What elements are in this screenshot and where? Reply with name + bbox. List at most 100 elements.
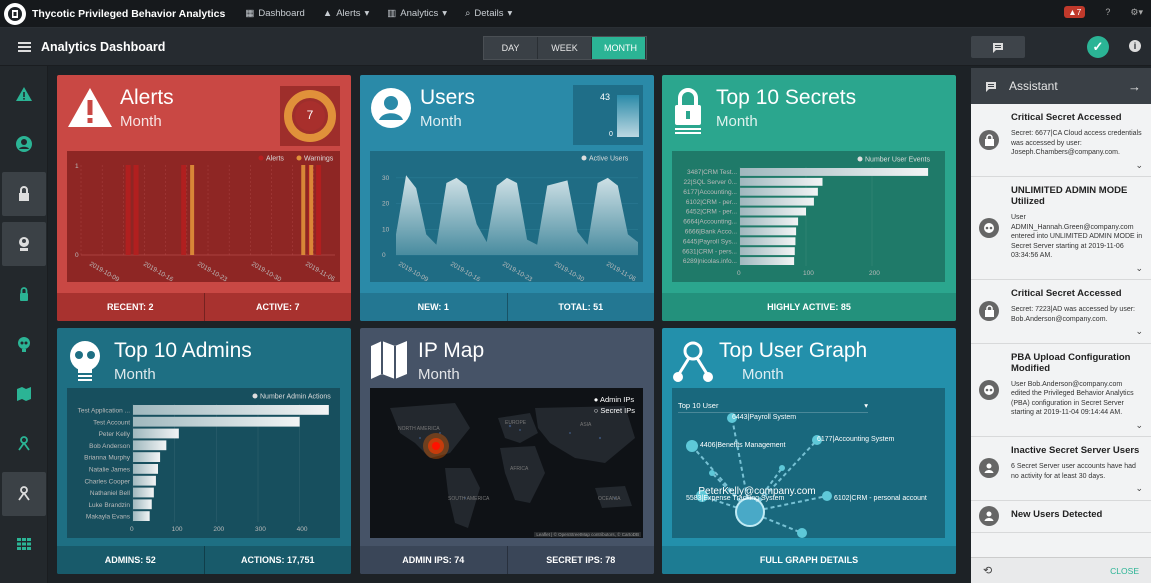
sidebar-alerts-icon[interactable] [2,72,46,116]
sidebar-users-icon[interactable] [2,122,46,166]
info-icon[interactable]: i [1129,40,1141,52]
alert-count-badge[interactable]: ▲7 [1064,6,1086,18]
sidebar-lock-user-icon[interactable] [2,272,46,316]
region-label: NORTH AMERICA [398,426,440,432]
x-tick-label: 300 [255,526,266,533]
bar [740,247,795,256]
user-graph[interactable]: Top 10 User ▾ PeterKelly@company.com 644… [672,388,945,538]
nav-alerts[interactable]: ▲ Alerts ▾ [323,8,369,19]
ipmap-card[interactable]: IP Map Month NORTH AMERICA SOUTH AMERICA… [360,328,654,574]
assistant-toggle-button[interactable] [971,36,1025,58]
bar [740,187,818,196]
actions-count[interactable]: ACTIONS: 17,751 [203,546,352,574]
assistant-item[interactable]: New Users Detected [971,501,1151,533]
x-tick-label: 2019-10-30 [553,261,586,282]
gear-icon[interactable]: ⚙▾ [1130,7,1143,18]
range-day-button[interactable]: DAY [484,37,538,59]
help-icon[interactable]: ? [1105,7,1110,17]
map-attribution[interactable]: Leaflet | © OpenStreetMap contributors, … [534,532,641,537]
category-label: Makayla Evans [86,514,131,521]
assistant-list: Critical Secret Accessed Secret: 6677|CA … [971,104,1151,557]
chevron-down-icon[interactable]: ⌄ [1011,420,1143,431]
status-check-icon[interactable]: ✓ [1087,36,1109,58]
card-subtitle: Month [716,113,758,130]
hamburger-icon[interactable] [18,40,31,54]
top-user-select[interactable]: Top 10 User ▾ [678,401,868,413]
close-button[interactable]: CLOSE [1110,566,1139,576]
sidebar-behavior-icon[interactable] [2,322,46,366]
assistant-item-body: Secret: 6677|CA Cloud access credentials… [1011,130,1142,156]
assistant-item[interactable]: Critical Secret Accessed Secret: 6677|CA … [971,104,1151,177]
sidebar-secrets-icon[interactable] [2,172,46,216]
legend-label: Number User Events [865,157,930,164]
bar-warnings [190,165,195,255]
card-subtitle: Month [742,366,784,383]
card-subtitle: Month [420,113,462,130]
caret-down-icon: ▾ [364,8,370,19]
category-label: Test Application ... [78,407,131,414]
assistant-item[interactable]: Critical Secret Accessed Secret: 7223|AD … [971,280,1151,344]
chevron-down-icon[interactable]: ⌄ [1011,483,1143,494]
chevron-down-icon[interactable]: ⌄ [1011,326,1143,337]
bar [133,475,156,486]
range-month-button[interactable]: MONTH [592,37,646,59]
alerts-gauge: 7 [280,86,340,146]
grid-icon: ▦ [245,8,255,19]
sidebar-graph-icon[interactable] [2,422,46,466]
user-graph-card[interactable]: Top User Graph Month Top 10 User ▾ Peter… [662,328,956,574]
admin-ips-count[interactable]: ADMIN IPS: 74 [360,546,507,574]
card-subtitle: Month [418,366,460,383]
arrow-right-icon[interactable]: → [1128,79,1141,94]
alerts-card[interactable]: Alerts Month 7 1 0 Alerts Warnings 2019-10-0… [57,75,351,321]
admins-count[interactable]: ADMINS: 52 [57,546,204,574]
admins-chart: Number Admin Actions 0 100 200 300 400 Test Ap… [67,388,340,538]
thycotic-logo-icon[interactable] [4,2,26,25]
bar-warnings [309,165,314,255]
nav-label: Details [474,8,504,19]
assistant-item[interactable]: Inactive Secret Server Users 6 Secret Ser… [971,437,1151,501]
nav-dashboard[interactable]: ▦ Dashboard [245,8,304,19]
x-tick-label: 100 [172,526,183,533]
sidebar-user-graph-icon[interactable] [2,472,46,516]
card-subtitle: Month [114,366,156,383]
total-users-count[interactable]: TOTAL: 51 [506,293,655,321]
assistant-item-title: Inactive Secret Server Users [1011,445,1140,456]
assistant-panel: Assistant → Critical Secret Accessed Secr… [971,68,1151,583]
assistant-item[interactable]: UNLIMITED ADMIN MODE Utilized User ADMIN_… [971,177,1151,280]
active-count[interactable]: ACTIVE: 7 [203,293,352,321]
range-week-button[interactable]: WEEK [538,37,592,59]
x-tick-label: 2019-11-06 [304,261,336,282]
top-bar: Thycotic Privileged Behavior Analytics ▦… [0,0,1151,28]
history-icon[interactable]: ⟲ [983,564,992,577]
chevron-down-icon[interactable]: ⌄ [1011,263,1143,274]
users-card[interactable]: Users Month 43 0 30 20 10 0 Active Users 2019… [360,75,654,321]
full-graph-details-button[interactable]: FULL GRAPH DETAILS [662,546,956,574]
sidebar-apps-grid-icon[interactable] [2,522,46,566]
category-label: Natalie James [89,466,131,473]
chevron-down-icon[interactable]: ⌄ [1011,160,1143,171]
admins-card[interactable]: Top 10 Admins Month Number Admin Actions… [57,328,351,574]
sidebar-admins-icon[interactable] [2,222,46,266]
recent-count[interactable]: RECENT: 2 [57,293,204,321]
legend-marker [581,155,587,161]
range-selector: DAY WEEK MONTH [483,36,647,60]
bar [133,464,158,474]
app-title[interactable]: Thycotic Privileged Behavior Analytics [32,8,225,20]
warning-icon: ▲ [322,8,333,19]
gauge-value: 7 [306,108,314,122]
new-users-count[interactable]: NEW: 1 [360,293,507,321]
legend-admin-ips: ● Admin IPs [593,395,635,404]
secret-ips-count[interactable]: SECRET IPS: 78 [506,546,655,574]
highly-active-count[interactable]: HIGHLY ACTIVE: 85 [662,293,956,321]
bar [740,197,814,206]
nav-analytics[interactable]: ▥ Analytics ▾ [387,8,447,19]
ip-map[interactable]: NORTH AMERICA SOUTH AMERICA AFRICA ASIA … [370,388,643,538]
secrets-card[interactable]: Top 10 Secrets Month Number User Events 0… [662,75,956,321]
warning-icon [68,88,112,127]
legend-label: Active Users [589,156,629,163]
nav-details[interactable]: ⌕ Details ▾ [465,8,512,19]
card-title: Top 10 Admins [114,339,252,362]
assistant-item[interactable]: PBA Upload Configuration Modified User Bo… [971,344,1151,437]
bar [133,405,329,415]
sidebar-map-icon[interactable] [2,372,46,416]
